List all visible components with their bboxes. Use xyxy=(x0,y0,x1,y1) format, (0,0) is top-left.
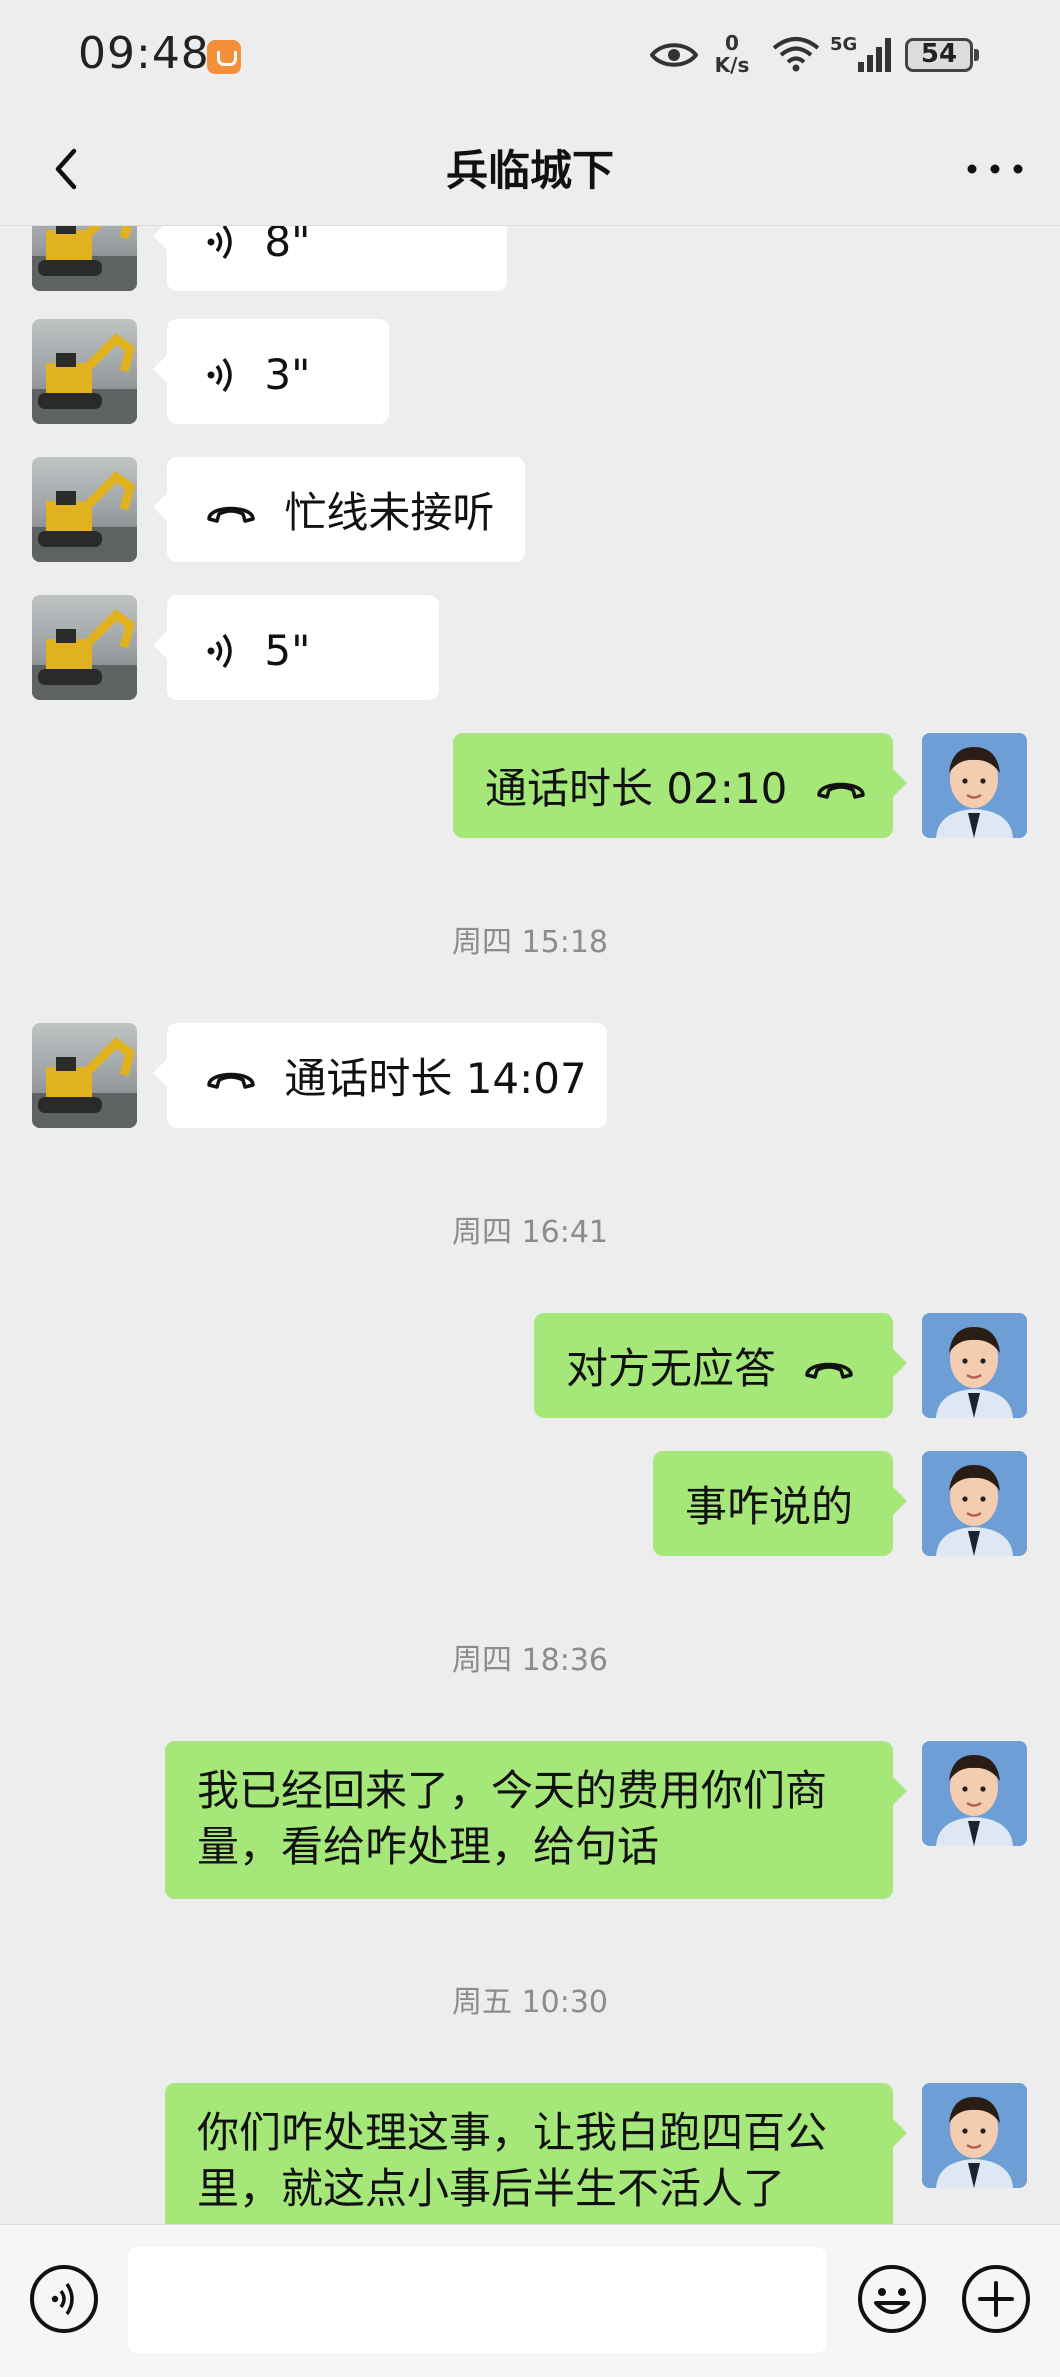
phone-hangup-icon xyxy=(817,782,865,799)
avatar-contact[interactable] xyxy=(32,1023,137,1128)
network-type: 5G xyxy=(830,34,858,55)
net-speed: 0 K/s xyxy=(710,32,754,76)
text-message-bubble[interactable]: 你们咋处理这事，让我白跑四百公里，就这点小事后半生不活人了 xyxy=(165,2083,907,2224)
avatar-contact[interactable] xyxy=(32,319,137,424)
call-status-text: 对方无应答 xyxy=(566,1344,777,1393)
message-row: 8" xyxy=(0,226,1060,291)
message-row: 3" xyxy=(0,319,1060,424)
text-message-bubble[interactable]: 事咋说的 xyxy=(653,1451,907,1556)
chat-header: 兵临城下 xyxy=(0,115,1060,226)
avatar-self[interactable] xyxy=(922,2083,1027,2188)
call-duration-text: 通话时长 02:10 xyxy=(485,764,788,813)
excavator-avatar-image xyxy=(32,471,137,562)
kid-avatar-image xyxy=(922,1451,1027,1556)
call-status-text: 忙线未接听 xyxy=(284,488,495,537)
avatar-contact[interactable] xyxy=(32,226,137,291)
phone-hangup-icon xyxy=(207,506,255,523)
call-message-bubble[interactable]: 通话时长 14:07 xyxy=(153,1023,607,1128)
voice-input-button[interactable] xyxy=(28,2263,100,2335)
call-message-bubble[interactable]: 对方无应答 xyxy=(534,1313,907,1418)
kid-avatar-image xyxy=(922,733,1027,838)
avatar-self[interactable] xyxy=(922,1313,1027,1418)
more-dots-icon xyxy=(967,164,1023,174)
kid-avatar-image xyxy=(922,2083,1027,2188)
battery-indicator: 54 xyxy=(905,38,979,72)
avatar-contact[interactable] xyxy=(32,457,137,562)
message-row: 事咋说的 xyxy=(0,1451,1060,1556)
voice-message-bubble[interactable]: 3" xyxy=(153,319,389,424)
voice-wave-icon xyxy=(207,633,232,668)
call-message-bubble[interactable]: 通话时长 02:10 xyxy=(453,733,907,838)
voice-duration: 3" xyxy=(264,350,311,399)
emoji-icon xyxy=(858,2265,926,2333)
plus-circle-icon xyxy=(962,2265,1030,2333)
kid-avatar-image xyxy=(922,1313,1027,1418)
avatar-self[interactable] xyxy=(922,1741,1027,1846)
text-message-bubble[interactable]: 我已经回来了，今天的费用你们商量，看给咋处理，给句话 xyxy=(165,1741,907,1899)
emoji-button[interactable] xyxy=(856,2263,928,2335)
phone-hangup-icon xyxy=(207,1072,255,1089)
voice-duration: 8" xyxy=(264,226,311,266)
call-duration-text: 通话时长 14:07 xyxy=(284,1054,587,1103)
status-time: 09:48 xyxy=(78,28,210,79)
message-input[interactable] xyxy=(128,2247,826,2353)
voice-wave-icon xyxy=(207,357,232,392)
chat-title: 兵临城下 xyxy=(445,146,614,195)
message-row: 5" xyxy=(0,595,1060,700)
message-timestamp: 周四 18:36 xyxy=(452,1643,608,1678)
app-notification-icon xyxy=(207,40,241,74)
message-timestamp: 周五 10:30 xyxy=(452,1985,608,2020)
net-speed-unit: K/s xyxy=(714,53,750,77)
input-bar xyxy=(0,2224,1060,2377)
avatar-contact[interactable] xyxy=(32,595,137,700)
more-actions-button[interactable] xyxy=(960,2263,1032,2335)
message-text: 你们咋处理这事，让我白跑四百公里，就这点小事后半生不活人了 xyxy=(197,2108,828,2213)
net-speed-value: 0 xyxy=(725,31,739,55)
message-row: 我已经回来了，今天的费用你们商量，看给咋处理，给句话 xyxy=(0,1741,1060,1899)
excavator-avatar-image xyxy=(32,333,137,424)
status-bar: 09:48 0 K/s 5G 54 xyxy=(0,0,1060,115)
message-row: 对方无应答 xyxy=(0,1313,1060,1418)
voice-message-bubble[interactable]: 8" xyxy=(153,226,507,291)
excavator-avatar-image xyxy=(32,226,137,291)
kid-avatar-image xyxy=(922,1741,1027,1846)
phone-hangup-icon xyxy=(805,1362,854,1379)
voice-wave-icon xyxy=(207,226,232,259)
excavator-avatar-image xyxy=(32,609,137,700)
message-row: 通话时长 02:10 xyxy=(0,733,1060,838)
avatar-self[interactable] xyxy=(922,733,1027,838)
call-message-bubble[interactable]: 忙线未接听 xyxy=(153,457,525,562)
message-row: 通话时长 14:07 xyxy=(0,1023,1060,1128)
message-text: 事咋说的 xyxy=(685,1482,854,1531)
more-button[interactable] xyxy=(960,139,1030,199)
message-list[interactable]: 8" 3" 忙线未接听 5" 通话时长 02:10 周四 15:18 通话时长 … xyxy=(0,226,1060,2224)
voice-duration: 5" xyxy=(264,626,311,675)
signal-icon xyxy=(858,38,891,72)
wifi-icon xyxy=(772,37,820,72)
message-timestamp: 周四 16:41 xyxy=(452,1215,608,1250)
message-timestamp: 周四 15:18 xyxy=(452,925,608,960)
voice-message-bubble[interactable]: 5" xyxy=(153,595,439,700)
avatar-self[interactable] xyxy=(922,1451,1027,1556)
message-row: 忙线未接听 xyxy=(0,457,1060,562)
battery-level: 54 xyxy=(920,39,958,69)
message-row: 你们咋处理这事，让我白跑四百公里，就这点小事后半生不活人了 xyxy=(0,2083,1060,2224)
excavator-avatar-image xyxy=(32,1037,137,1128)
message-text: 我已经回来了，今天的费用你们商量，看给咋处理，给句话 xyxy=(197,1766,828,1871)
voice-wave-icon xyxy=(51,2283,74,2315)
eye-icon xyxy=(650,43,698,67)
